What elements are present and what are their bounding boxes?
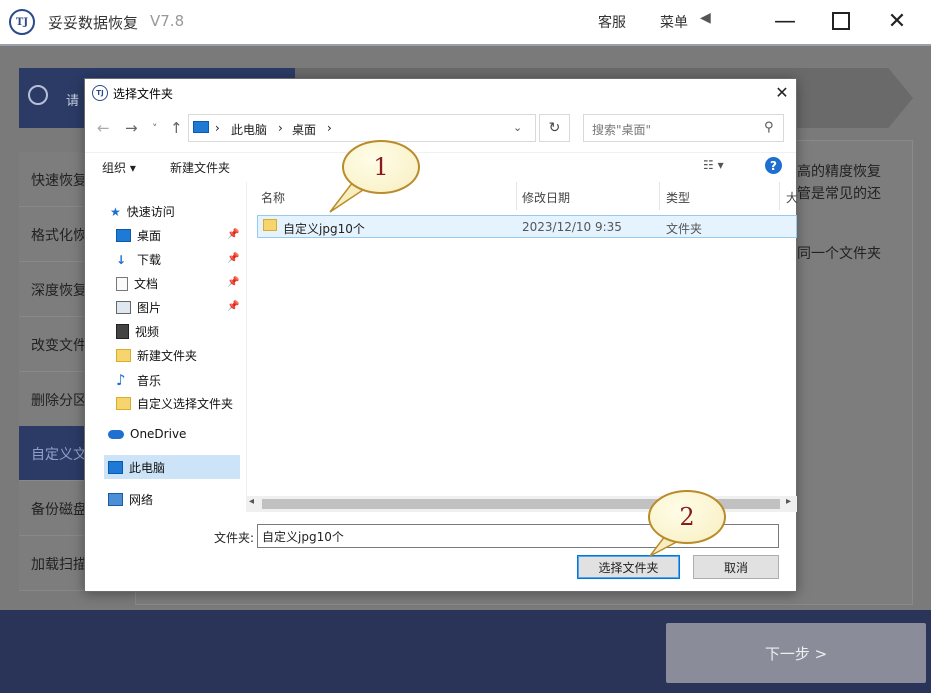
- callout-1: 1: [342, 140, 420, 194]
- callout-pointers: [329, 177, 686, 557]
- callout-2: 2: [648, 490, 726, 544]
